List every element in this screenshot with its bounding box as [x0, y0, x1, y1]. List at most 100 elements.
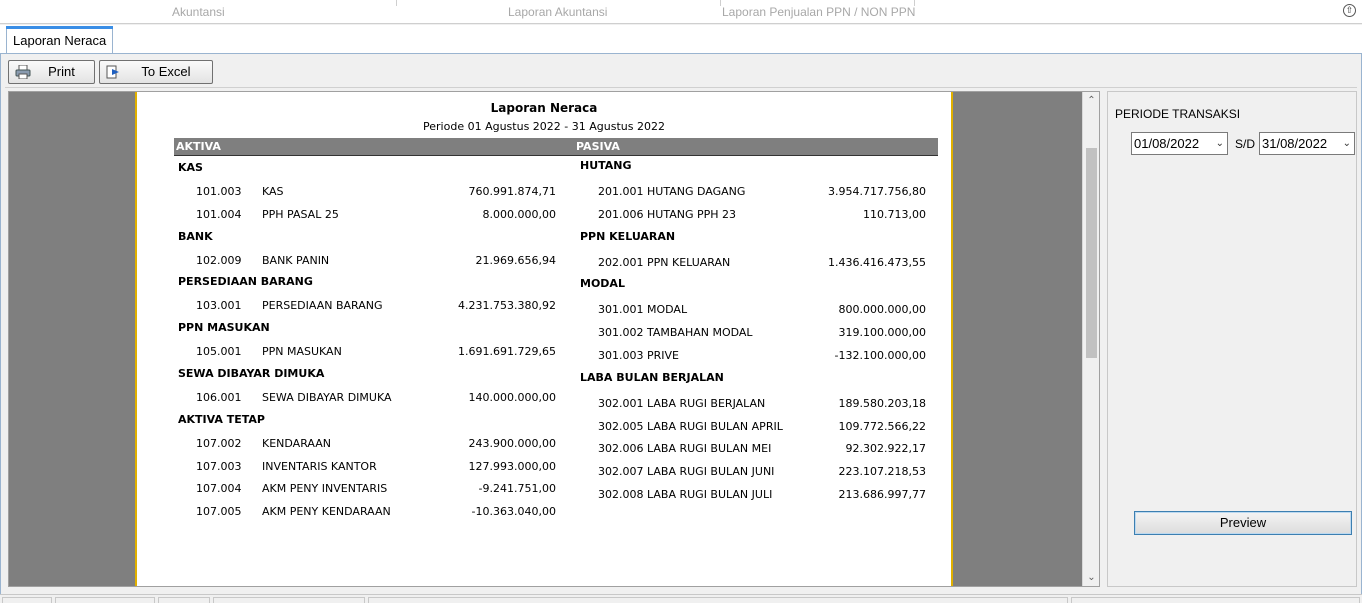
account-amount: 223.107.218,53	[838, 465, 926, 479]
status-cell	[158, 597, 210, 603]
account-code: 101.004	[196, 207, 242, 221]
account-code: 107.004	[196, 482, 242, 496]
account-amount: 1.436.416.473,55	[828, 255, 926, 269]
account-code: 202.001	[598, 255, 644, 269]
status-cell	[368, 597, 1068, 603]
account-group-header: LABA BULAN BERJALAN	[580, 370, 724, 384]
account-name: HUTANG DAGANG	[647, 185, 746, 198]
account-row: 101.004 PPH PASAL 25 8.000.000,00	[196, 208, 556, 222]
pasiva-header: PASIVA	[576, 140, 620, 153]
account-group-header: PPN KELUARAN	[580, 229, 676, 243]
account-amount: 140.000.000,00	[468, 391, 556, 404]
status-cell	[55, 597, 155, 603]
account-code: 102.009	[196, 253, 242, 267]
nav-tab-laporan-akuntansi[interactable]: Laporan Akuntansi	[508, 0, 607, 22]
print-button-label: Print	[48, 64, 75, 79]
print-button[interactable]: Print	[8, 60, 95, 84]
account-name: AKM PENY INVENTARIS	[262, 482, 388, 496]
account-group-header: MODAL	[580, 277, 625, 291]
account-code: 201.001	[598, 185, 644, 198]
account-code: 301.001	[598, 303, 644, 317]
status-cell	[213, 597, 365, 603]
account-row: 106.001 SEWA DIBAYAR DIMUKA 140.000.000,00	[196, 391, 556, 405]
account-code: 106.001	[196, 391, 242, 404]
account-row: 101.003 KAS 760.991.874,71	[196, 185, 556, 199]
tab-strip: Laporan Neraca	[0, 25, 1362, 53]
account-amount: 189.580.203,18	[838, 396, 926, 410]
nav-divider	[720, 0, 721, 6]
account-amount: 21.969.656,94	[475, 253, 556, 267]
account-code: 301.002	[598, 326, 644, 340]
account-group-header: BANK	[178, 229, 213, 243]
date-to-select[interactable]: 31/08/2022 ⌄	[1259, 132, 1355, 155]
date-to-value: 31/08/2022	[1262, 136, 1328, 151]
nav-divider	[914, 0, 915, 6]
status-bar	[0, 594, 1362, 603]
report-period: Periode 01 Agustus 2022 - 31 Agustus 202…	[423, 120, 665, 133]
vertical-scrollbar[interactable]: ⌃ ⌄	[1082, 92, 1099, 586]
account-name: PPN KELUARAN	[647, 255, 731, 269]
account-row: 201.006 HUTANG PPH 23 110.713,00	[598, 208, 926, 222]
scrollbar-thumb[interactable]	[1086, 148, 1097, 358]
nav-tab-laporan-penjualan[interactable]: Laporan Penjualan PPN / NON PPN	[722, 0, 915, 22]
date-from-select[interactable]: 01/08/2022 ⌄	[1131, 132, 1228, 155]
account-name: LABA RUGI BERJALAN	[647, 396, 766, 410]
account-code: 302.005	[598, 419, 644, 433]
account-row: 301.003 PRIVE -132.100.000,00	[598, 349, 926, 363]
to-excel-button[interactable]: To Excel	[99, 60, 213, 84]
printer-icon	[15, 65, 31, 79]
account-row: 302.008 LABA RUGI BULAN JULI 213.686.997,7…	[598, 488, 926, 502]
account-row: 202.001 PPN KELUARAN 1.436.416.473,55	[598, 256, 926, 270]
report-viewer[interactable]: Laporan Neraca Periode 01 Agustus 2022 -…	[8, 91, 1100, 587]
scroll-down-icon[interactable]: ⌄	[1083, 569, 1100, 586]
account-group-header: HUTANG	[580, 159, 632, 172]
account-amount: 213.686.997,77	[838, 488, 926, 501]
account-code: 302.007	[598, 465, 644, 479]
account-code: 201.006	[598, 207, 644, 221]
nav-divider	[396, 0, 397, 6]
nav-tab-akuntansi[interactable]: Akuntansi	[172, 0, 225, 22]
account-code: 302.006	[598, 442, 644, 456]
account-amount: -9.241.751,00	[478, 482, 556, 496]
account-row: 301.001 MODAL 800.000.000,00	[598, 303, 926, 317]
report-title: Laporan Neraca	[490, 101, 598, 115]
account-code: 103.001	[196, 299, 242, 313]
scroll-up-icon[interactable]: ⌃	[1083, 92, 1100, 109]
periode-transaksi-label: PERIODE TRANSAKSI	[1115, 107, 1241, 121]
account-row: 302.005 LABA RUGI BULAN APRIL 109.772.566,…	[598, 420, 926, 434]
top-nav-bar: Akuntansi Laporan Akuntansi Laporan Penj…	[0, 0, 1362, 24]
account-amount: 319.100.000,00	[838, 326, 926, 340]
account-amount: 1.691.691.729,65	[458, 345, 556, 359]
status-cell	[2, 597, 52, 603]
account-row: 201.001 HUTANG DAGANG 3.954.717.756,80	[598, 185, 926, 199]
account-name: KENDARAAN	[262, 436, 331, 450]
preview-button[interactable]: Preview	[1134, 511, 1352, 535]
parameter-panel: PERIODE TRANSAKSI 01/08/2022 ⌄ S/D 31/08…	[1107, 91, 1357, 587]
account-code: 302.001	[598, 396, 644, 410]
account-name: LABA RUGI BULAN MEI	[647, 442, 772, 456]
chevron-down-icon: ⌄	[1215, 138, 1224, 149]
status-cell	[1071, 597, 1360, 603]
chevron-up-icon[interactable]: ⇧	[1343, 4, 1356, 17]
tab-content-panel: Print To Excel Laporan Neraca Periode 01…	[0, 54, 1362, 594]
account-amount: 92.302.922,17	[845, 442, 926, 456]
account-row: 102.009 BANK PANIN 21.969.656,94	[196, 254, 556, 268]
account-row: 107.002 KENDARAAN 243.900.000,00	[196, 437, 556, 451]
account-name: HUTANG PPH 23	[647, 207, 736, 221]
account-name: SEWA DIBAYAR DIMUKA	[262, 391, 392, 404]
to-excel-button-label: To Excel	[141, 64, 191, 79]
account-name: INVENTARIS KANTOR	[262, 459, 377, 473]
report-page: Laporan Neraca Periode 01 Agustus 2022 -…	[135, 92, 953, 586]
account-row: 301.002 TAMBAHAN MODAL 319.100.000,00	[598, 326, 926, 340]
tab-laporan-neraca[interactable]: Laporan Neraca	[6, 26, 114, 53]
account-name: BANK PANIN	[262, 253, 330, 267]
account-code: 302.008	[598, 488, 644, 501]
sd-label: S/D	[1235, 137, 1256, 151]
account-amount: 127.993.000,00	[468, 459, 556, 473]
account-code: 301.003	[598, 349, 644, 362]
account-group-header: PPN MASUKAN	[178, 321, 270, 335]
account-row: 105.001 PPN MASUKAN 1.691.691.729,65	[196, 345, 556, 359]
account-name: LABA RUGI BULAN JUNI	[647, 465, 775, 479]
account-row: 107.003 INVENTARIS KANTOR 127.993.000,00	[196, 460, 556, 474]
account-code: 107.002	[196, 436, 242, 450]
